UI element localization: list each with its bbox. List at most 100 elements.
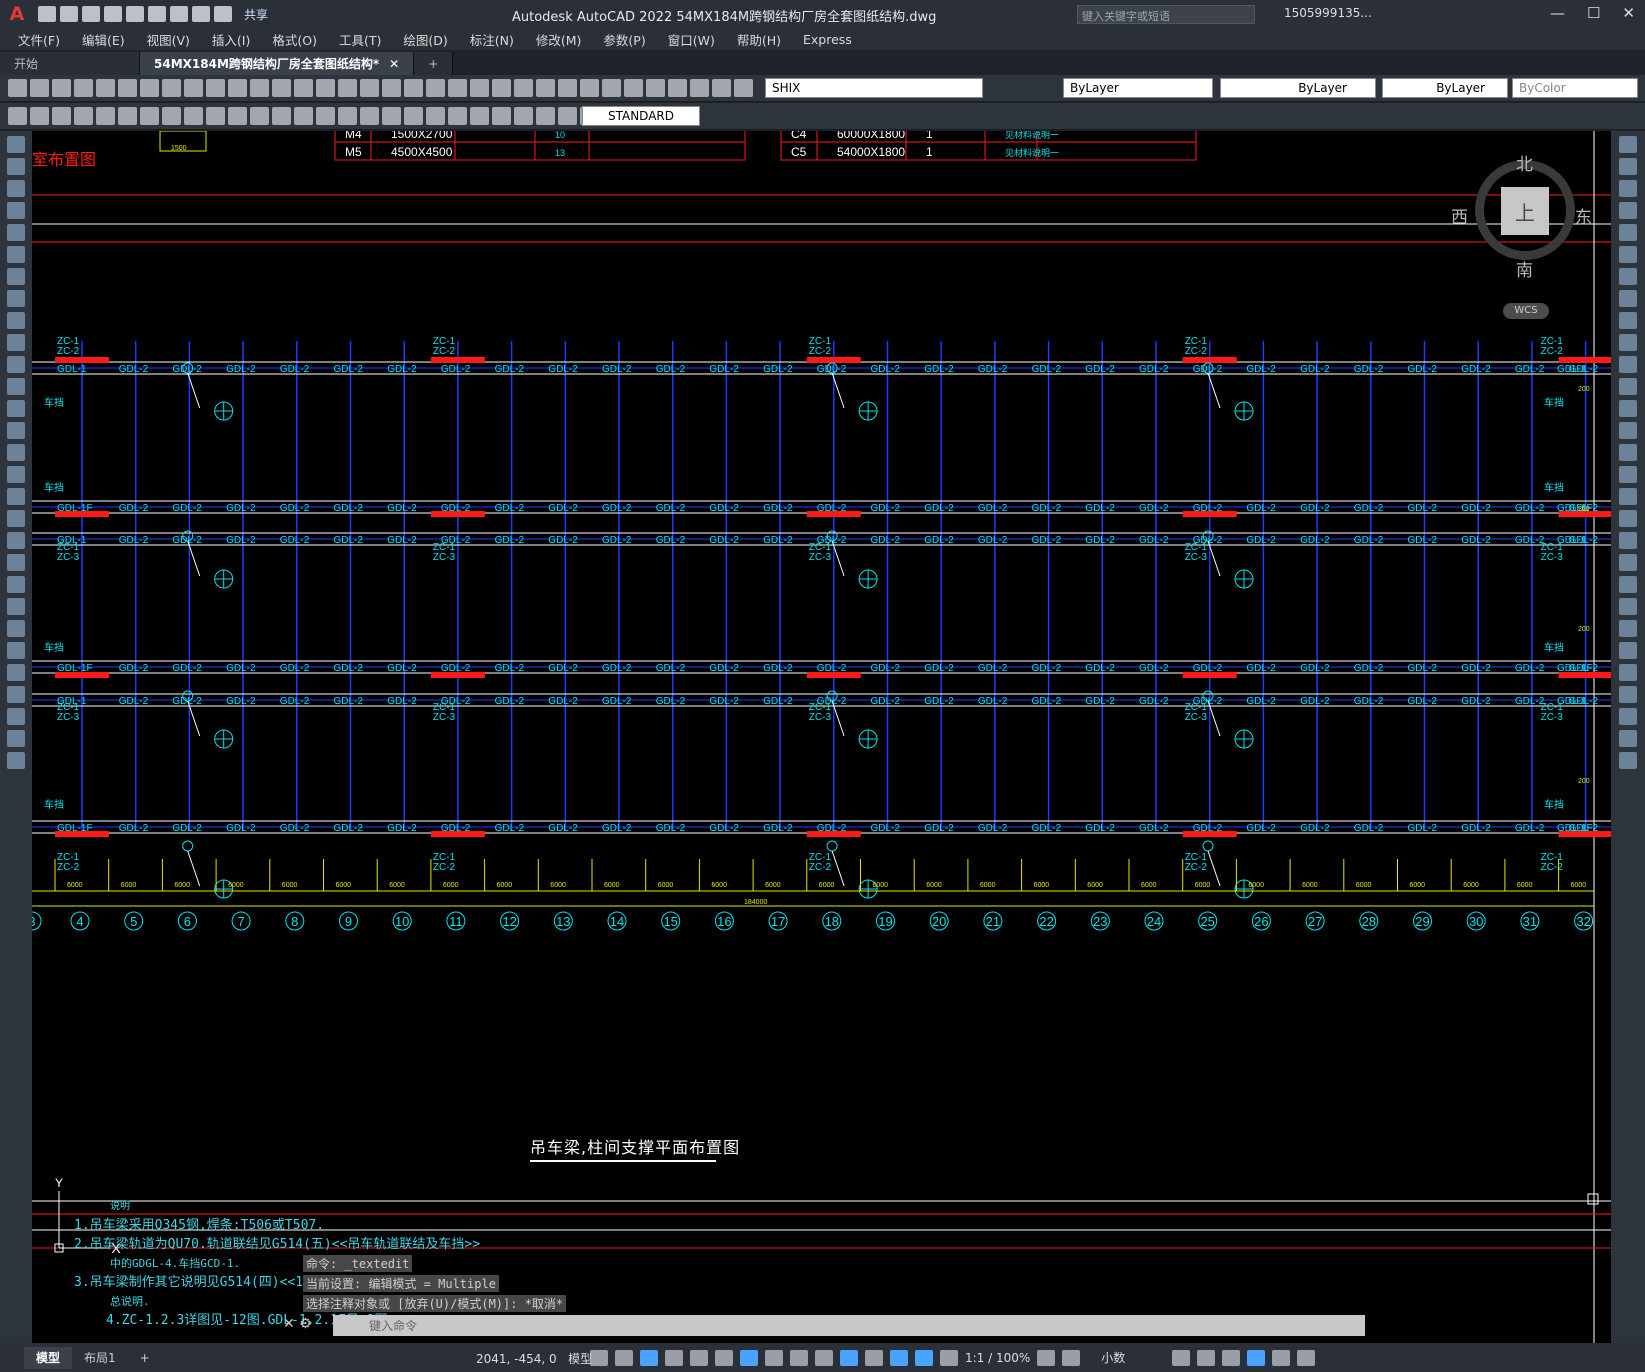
ltool-button-icon[interactable] [7, 730, 25, 747]
tbar2-tool-icon[interactable] [206, 107, 225, 125]
tbar1-tool-icon[interactable] [514, 79, 533, 97]
rtool-button-icon[interactable] [1619, 268, 1637, 285]
ltool-button-icon[interactable] [7, 620, 25, 637]
undo-icon[interactable] [192, 6, 210, 22]
selection-cycling-icon[interactable] [815, 1349, 833, 1366]
ltool-button-icon[interactable] [7, 598, 25, 615]
plot-icon[interactable] [170, 6, 188, 22]
menu-edit[interactable]: 编辑(E) [82, 30, 125, 49]
rtool-button-icon[interactable] [1619, 576, 1637, 593]
annotation-scale[interactable]: 1:1 / 100% [965, 1351, 1030, 1365]
tbar1-tool-icon[interactable] [734, 79, 753, 97]
search-input[interactable]: 键入关键字或短语 [1077, 5, 1255, 24]
lineweight-dropdown[interactable]: ByLayer [1382, 78, 1508, 98]
rtool-button-icon[interactable] [1619, 686, 1637, 703]
annotation-monitor-icon[interactable] [1062, 1349, 1081, 1366]
ltool-button-icon[interactable] [7, 246, 25, 263]
tbar2-tool-icon[interactable] [492, 107, 511, 125]
rtool-button-icon[interactable] [1619, 664, 1637, 681]
ltool-button-icon[interactable] [7, 136, 25, 153]
command-input[interactable]: 键入命令 [333, 1315, 1365, 1336]
clean-screen-icon[interactable] [1272, 1349, 1291, 1366]
rtool-button-icon[interactable] [1619, 290, 1637, 307]
units-dropdown[interactable]: 小数 [1101, 1349, 1125, 1366]
ltool-button-icon[interactable] [7, 664, 25, 681]
grid-icon[interactable] [590, 1349, 608, 1366]
ltool-button-icon[interactable] [7, 422, 25, 439]
tbar1-tool-icon[interactable] [140, 79, 159, 97]
ltool-button-icon[interactable] [7, 202, 25, 219]
tbar1-tool-icon[interactable] [52, 79, 71, 97]
ltool-button-icon[interactable] [7, 290, 25, 307]
tbar1-tool-icon[interactable] [30, 79, 49, 97]
tbar2-tool-icon[interactable] [228, 107, 247, 125]
tbar1-tool-icon[interactable] [580, 79, 599, 97]
tbar2-tool-icon[interactable] [52, 107, 71, 125]
tbar2-tool-icon[interactable] [382, 107, 401, 125]
menu-parametric[interactable]: 参数(P) [603, 30, 645, 49]
tbar1-tool-icon[interactable] [184, 79, 203, 97]
tbar1-tool-icon[interactable] [228, 79, 247, 97]
menu-modify[interactable]: 修改(M) [536, 30, 582, 49]
ltool-button-icon[interactable] [7, 532, 25, 549]
minimize-button[interactable]: — [1550, 4, 1565, 22]
tbar2-tool-icon[interactable] [404, 107, 423, 125]
viewcube-west[interactable]: 西 [1451, 203, 1468, 228]
drawing-canvas[interactable]: M4 1500X2700 10 M5 4500X4500 13 C4 60000X1800 1 见… [32, 131, 1611, 1343]
rtool-button-icon[interactable] [1619, 554, 1637, 571]
color-dropdown[interactable]: ByLayer [1063, 78, 1213, 98]
tbar1-tool-icon[interactable] [382, 79, 401, 97]
ltool-button-icon[interactable] [7, 158, 25, 175]
object-track-icon[interactable] [715, 1349, 733, 1366]
ltool-button-icon[interactable] [7, 356, 25, 373]
rtool-button-icon[interactable] [1619, 466, 1637, 483]
isodraft-icon[interactable] [690, 1349, 708, 1366]
rtool-button-icon[interactable] [1619, 708, 1637, 725]
tbar1-tool-icon[interactable] [404, 79, 423, 97]
ltool-button-icon[interactable] [7, 686, 25, 703]
graphics-performance-icon[interactable] [1247, 1349, 1266, 1366]
viewcube-east[interactable]: 东 [1575, 203, 1592, 228]
tbar2-tool-icon[interactable] [558, 107, 577, 125]
wcs-menu[interactable]: WCS [1503, 303, 1549, 319]
rtool-button-icon[interactable] [1619, 730, 1637, 747]
rtool-button-icon[interactable] [1619, 752, 1637, 769]
gizmo-icon[interactable] [890, 1349, 908, 1366]
tbar1-tool-icon[interactable] [690, 79, 709, 97]
selection-filter-icon[interactable] [865, 1349, 883, 1366]
tbar1-tool-icon[interactable] [536, 79, 555, 97]
tbar1-tool-icon[interactable] [316, 79, 335, 97]
tbar2-tool-icon[interactable] [140, 107, 159, 125]
rtool-button-icon[interactable] [1619, 620, 1637, 637]
rtool-button-icon[interactable] [1619, 180, 1637, 197]
viewcube-north[interactable]: 北 [1516, 150, 1533, 175]
rtool-button-icon[interactable] [1619, 532, 1637, 549]
close-button[interactable]: ✕ [1622, 4, 1635, 22]
tbar2-tool-icon[interactable] [74, 107, 93, 125]
user-account[interactable]: 1505999135... [1284, 6, 1372, 20]
quick-properties-icon[interactable] [1172, 1349, 1191, 1366]
tbar2-tool-icon[interactable] [162, 107, 181, 125]
autoscale-icon[interactable] [940, 1349, 958, 1366]
tbar1-tool-icon[interactable] [338, 79, 357, 97]
customization-icon[interactable] [1297, 1349, 1316, 1366]
tbar1-tool-icon[interactable] [448, 79, 467, 97]
menu-window[interactable]: 窗口(W) [668, 30, 715, 49]
rtool-button-icon[interactable] [1619, 378, 1637, 395]
add-layout-button[interactable]: + [128, 1347, 162, 1369]
tbar1-tool-icon[interactable] [96, 79, 115, 97]
tbar2-tool-icon[interactable] [338, 107, 357, 125]
dynamic-ucs-icon[interactable] [840, 1349, 858, 1366]
ltool-button-icon[interactable] [7, 510, 25, 527]
rtool-button-icon[interactable] [1619, 422, 1637, 439]
viewcube[interactable]: 上 北 南 东 西 [1451, 150, 1592, 281]
menu-insert[interactable]: 插入(I) [212, 30, 250, 49]
ortho-icon[interactable] [640, 1349, 658, 1366]
tbar1-tool-icon[interactable] [206, 79, 225, 97]
ltool-button-icon[interactable] [7, 642, 25, 659]
coordinate-readout[interactable]: 2041, -454, 0 模型 [476, 1350, 592, 1367]
rtool-button-icon[interactable] [1619, 400, 1637, 417]
ltool-button-icon[interactable] [7, 466, 25, 483]
ltool-button-icon[interactable] [7, 752, 25, 769]
tbar2-tool-icon[interactable] [184, 107, 203, 125]
